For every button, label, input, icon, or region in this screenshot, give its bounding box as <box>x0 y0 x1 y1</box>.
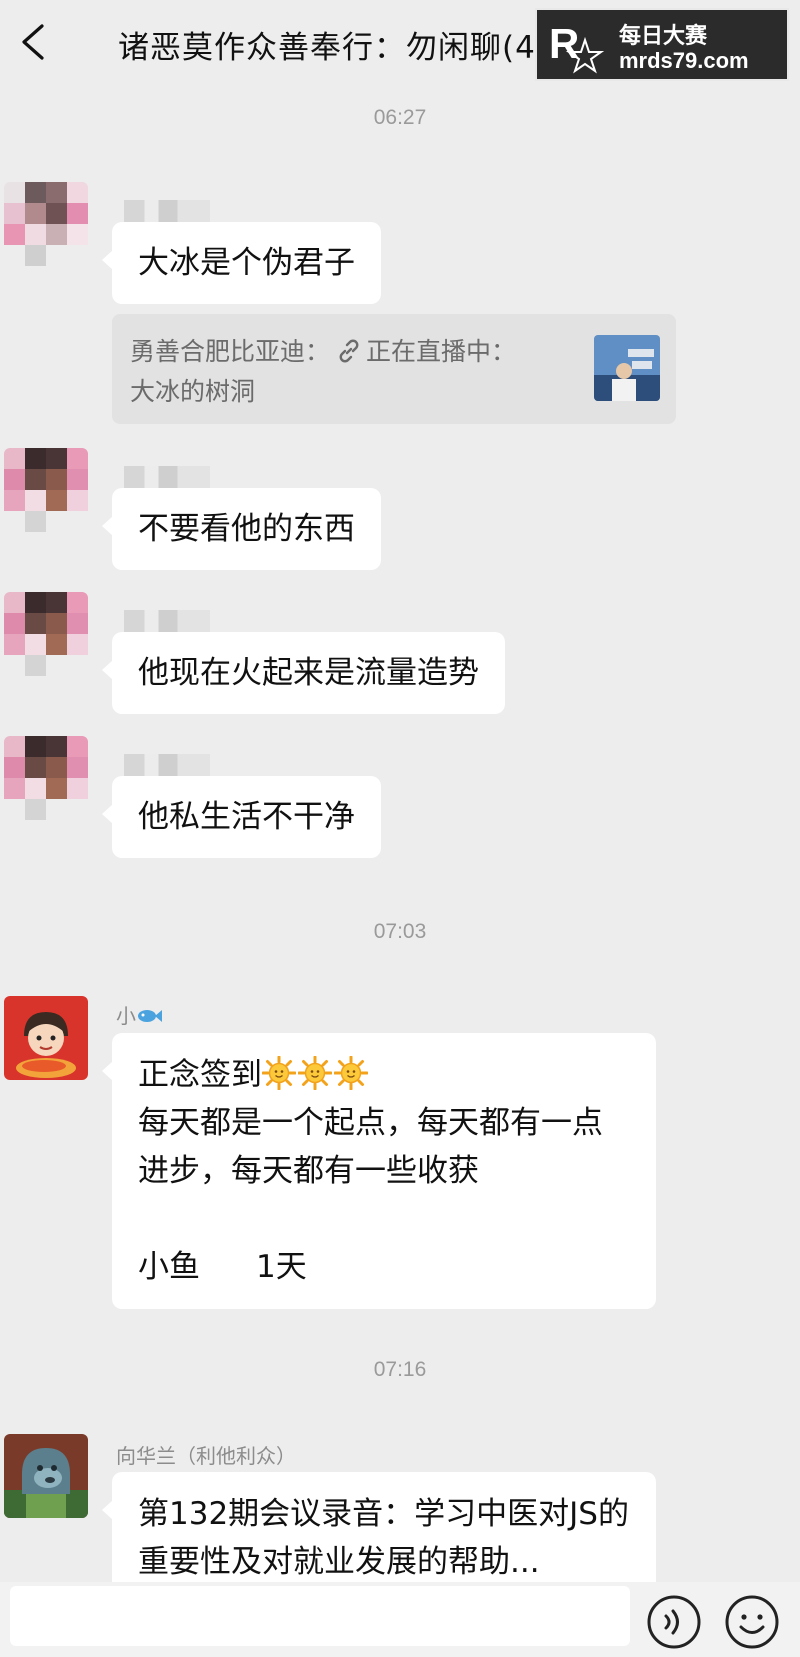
emoji-icon[interactable] <box>724 1594 780 1650</box>
checkin-signature-line: 小鱼 1天 <box>138 1243 630 1291</box>
checkin-days: 1天 <box>256 1249 307 1285</box>
sender-name: 小 <box>116 1000 162 1029</box>
sender-name-blurred <box>124 200 210 222</box>
sender-name-blurred <box>124 610 210 632</box>
avatar[interactable] <box>4 182 88 266</box>
timestamp: 06:27 <box>373 106 427 129</box>
avatar[interactable] <box>4 1434 88 1518</box>
watermark-logo: R <box>549 20 605 74</box>
svg-text:R: R <box>549 20 579 67</box>
voice-icon[interactable] <box>646 1594 702 1650</box>
sender-name-blurred <box>124 754 210 776</box>
avatar[interactable] <box>4 448 88 532</box>
checkin-body: 每天都是一个起点，每天都有一点进步，每天都有一些收获 <box>138 1105 603 1189</box>
avatar[interactable] <box>4 592 88 676</box>
input-bar <box>0 1582 800 1657</box>
message-text: 第132期会议录音：学习中医对JS的重要性及对就业发展的帮助... <box>138 1496 629 1580</box>
sun-emoji-icon <box>262 1056 296 1090</box>
live-share-card[interactable]: 勇善合肥比亚迪： 正在直播中： 大冰的树洞 <box>112 314 676 424</box>
chat-title: 诸恶莫作众善奉行：勿闲聊(49) <box>118 30 570 66</box>
message-text: 他私生活不干净 <box>138 799 355 835</box>
message-text: 不要看他的东西 <box>138 511 355 547</box>
message-bubble[interactable]: 不要看他的东西 <box>102 488 381 570</box>
sender-name: 向华兰（利他利众） <box>116 1444 296 1468</box>
message-bubble[interactable]: 他私生活不干净 <box>102 776 381 858</box>
sender-name-blurred <box>124 466 210 488</box>
sender-name-text: 小 <box>116 1004 136 1028</box>
checkin-signature: 小鱼 <box>138 1249 200 1285</box>
avatar[interactable] <box>4 736 88 820</box>
share-card-text: 勇善合肥比亚迪： 正在直播中： 大冰的树洞 <box>130 332 570 412</box>
link-icon <box>339 339 359 363</box>
sun-emoji-icon <box>298 1056 332 1090</box>
timestamp: 07:16 <box>373 1358 427 1381</box>
share-card-status: 正在直播中： <box>366 337 517 366</box>
chevron-left-icon[interactable] <box>14 20 54 64</box>
watermark-url: mrds79.com <box>619 48 749 73</box>
watermark: R 每日大赛 mrds79.com <box>535 8 789 81</box>
message-input[interactable] <box>10 1586 630 1646</box>
share-card-thumbnail <box>594 335 660 401</box>
message-text: 他现在火起来是流量造势 <box>138 655 479 691</box>
timestamp: 07:03 <box>373 920 427 943</box>
sun-emoji-icon <box>334 1056 368 1090</box>
message-bubble[interactable]: 他现在火起来是流量造势 <box>102 632 505 714</box>
avatar[interactable] <box>4 996 88 1080</box>
watermark-title: 每日大赛 <box>619 24 708 49</box>
message-bubble[interactable]: 正念签到 每天都是一个起点，每天都有一点进步，每天都有一些收获 小鱼 1天 <box>102 1033 656 1309</box>
fish-emoji-icon <box>138 1010 162 1022</box>
checkin-line: 正念签到 <box>138 1051 630 1099</box>
checkin-title: 正念签到 <box>138 1057 262 1093</box>
message-text: 大冰是个伪君子 <box>138 245 355 281</box>
chat-header: 诸恶莫作众善奉行：勿闲聊(49) R 每日大赛 mrds79.com <box>0 0 800 90</box>
message-bubble[interactable]: 大冰是个伪君子 <box>102 222 381 304</box>
share-card-title: 大冰的树洞 <box>130 377 256 406</box>
share-card-prefix: 勇善合肥比亚迪： <box>130 337 331 366</box>
